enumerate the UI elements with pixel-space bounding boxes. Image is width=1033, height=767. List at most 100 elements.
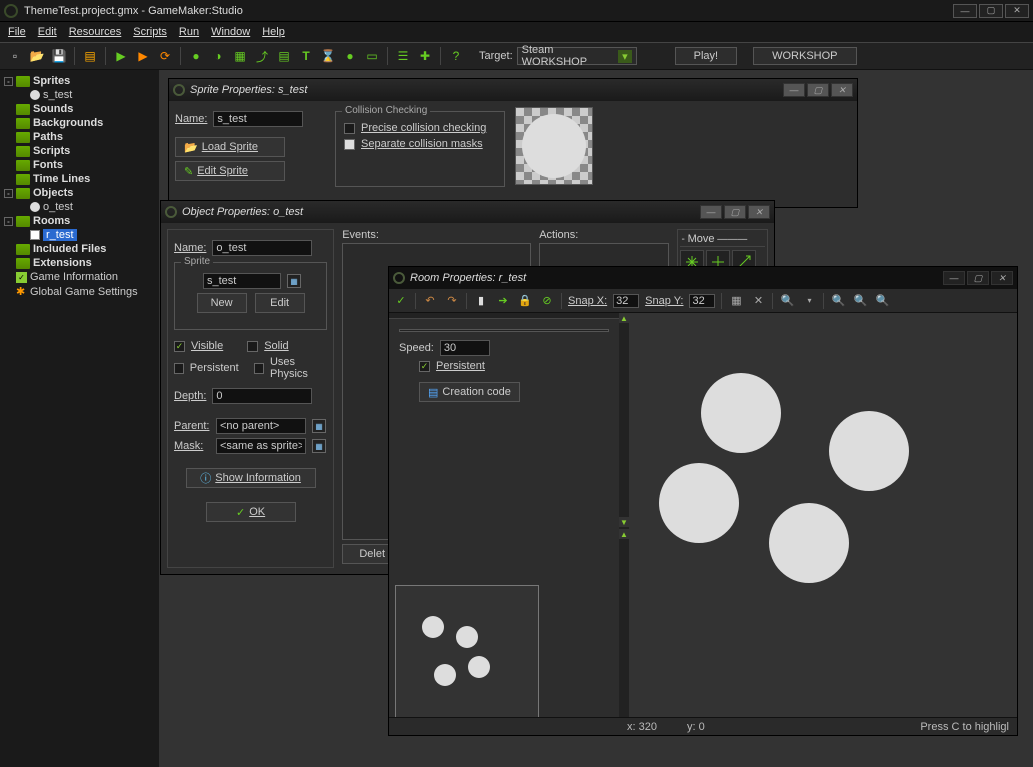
- vertical-scrollbar[interactable]: ▲ ▼ ▲: [619, 313, 629, 735]
- minimize-button[interactable]: —: [700, 205, 722, 219]
- mask-picker-button[interactable]: ▦: [312, 439, 326, 453]
- run-icon[interactable]: ▶: [112, 47, 130, 65]
- close-button[interactable]: ✕: [748, 205, 770, 219]
- path-icon[interactable]: ⤴: [253, 47, 271, 65]
- snapx-input[interactable]: [613, 294, 639, 308]
- file-icon[interactable]: ▮: [473, 293, 489, 309]
- object-window-titlebar[interactable]: Object Properties: o_test — ▢ ✕: [161, 201, 774, 223]
- room-canvas[interactable]: [629, 313, 1017, 735]
- new-icon[interactable]: ▫: [6, 47, 24, 65]
- timeline-icon[interactable]: ⌛: [319, 47, 337, 65]
- minimize-button[interactable]: —: [943, 271, 965, 285]
- creation-code-button[interactable]: ▤Creation code: [419, 382, 520, 402]
- tree-scripts[interactable]: Scripts: [2, 144, 157, 158]
- menu-window[interactable]: Window: [211, 26, 250, 38]
- tree-timelines[interactable]: Time Lines: [2, 172, 157, 186]
- menu-scripts[interactable]: Scripts: [133, 26, 167, 38]
- parent-picker-button[interactable]: ▦: [312, 419, 326, 433]
- show-info-button[interactable]: ⓘShow Information: [186, 468, 316, 488]
- mask-input[interactable]: [216, 438, 306, 454]
- help-icon[interactable]: ?: [447, 47, 465, 65]
- room-persistent-checkbox[interactable]: [419, 361, 430, 372]
- shift-right-icon[interactable]: ➔: [495, 293, 511, 309]
- visible-checkbox[interactable]: [174, 341, 185, 352]
- snapy-input[interactable]: [689, 294, 715, 308]
- zoom-in-icon[interactable]: 🔍: [852, 293, 868, 309]
- maximize-button[interactable]: ▢: [967, 271, 989, 285]
- redo-icon[interactable]: ↷: [444, 293, 460, 309]
- sprite-window-titlebar[interactable]: Sprite Properties: s_test — ▢ ✕: [169, 79, 857, 101]
- zoom-dropdown-icon[interactable]: ▾: [801, 293, 817, 309]
- tree-objects[interactable]: -Objects: [2, 186, 157, 200]
- target-combo[interactable]: Steam WORKSHOP ▾: [517, 47, 637, 65]
- workshop-button[interactable]: WORKSHOP: [753, 47, 856, 65]
- export-icon[interactable]: ▤: [81, 47, 99, 65]
- minimize-button[interactable]: —: [783, 83, 805, 97]
- tree-backgrounds[interactable]: Backgrounds: [2, 116, 157, 130]
- play-button[interactable]: Play!: [675, 47, 737, 65]
- zoom-fit-icon[interactable]: 🔍: [874, 293, 890, 309]
- parent-input[interactable]: [216, 418, 306, 434]
- edit-button[interactable]: Edit: [255, 293, 305, 313]
- sound-icon[interactable]: ◑: [209, 47, 227, 65]
- close-button[interactable]: ✕: [831, 83, 853, 97]
- menu-file[interactable]: File: [8, 26, 26, 38]
- undo-icon[interactable]: ↶: [422, 293, 438, 309]
- font-icon[interactable]: T: [297, 47, 315, 65]
- depth-input[interactable]: [212, 388, 312, 404]
- lock-icon[interactable]: 🔒: [517, 293, 533, 309]
- tree-paths[interactable]: Paths: [2, 130, 157, 144]
- debug-icon[interactable]: ▶: [134, 47, 152, 65]
- tree-global[interactable]: ✱Global Game Settings: [2, 284, 157, 299]
- solid-checkbox[interactable]: [247, 341, 258, 352]
- menu-edit[interactable]: Edit: [38, 26, 57, 38]
- maximize-button[interactable]: ▢: [979, 4, 1003, 18]
- menu-run[interactable]: Run: [179, 26, 199, 38]
- minimize-button[interactable]: —: [953, 4, 977, 18]
- menu-help[interactable]: Help: [262, 26, 285, 38]
- menu-resources[interactable]: Resources: [69, 26, 122, 38]
- tree-rooms[interactable]: -Rooms: [2, 214, 157, 228]
- tree-gameinfo[interactable]: ✓Game Information: [2, 270, 157, 284]
- object-icon[interactable]: ●: [341, 47, 359, 65]
- tree-included[interactable]: Included Files: [2, 242, 157, 256]
- close-button[interactable]: ✕: [1005, 4, 1029, 18]
- save-icon[interactable]: 💾: [50, 47, 68, 65]
- tree-o-test[interactable]: o_test: [2, 200, 157, 214]
- edit-sprite-button[interactable]: ✎Edit Sprite: [175, 161, 285, 181]
- room-minimap[interactable]: [395, 585, 539, 729]
- ok-icon[interactable]: ✓: [393, 293, 409, 309]
- room-icon[interactable]: ▭: [363, 47, 381, 65]
- sprite-name-input[interactable]: [213, 111, 303, 127]
- sprite-select-input[interactable]: [203, 273, 281, 289]
- grid-icon[interactable]: ▦: [728, 293, 744, 309]
- open-icon[interactable]: 📂: [28, 47, 46, 65]
- zoom-out-icon[interactable]: 🔍: [830, 293, 846, 309]
- list-icon[interactable]: ☰: [394, 47, 412, 65]
- room-window-titlebar[interactable]: Room Properties: r_test — ▢ ✕: [389, 267, 1017, 289]
- persistent-checkbox[interactable]: [174, 363, 184, 374]
- background-icon[interactable]: ▦: [231, 47, 249, 65]
- load-sprite-button[interactable]: 📂Load Sprite: [175, 137, 285, 157]
- new-button[interactable]: New: [197, 293, 247, 313]
- iso-grid-icon[interactable]: ✕: [750, 293, 766, 309]
- stop-icon[interactable]: ⟳: [156, 47, 174, 65]
- tree-r-test[interactable]: r_test: [2, 228, 157, 242]
- speed-input[interactable]: [440, 340, 490, 356]
- sprite-picker-button[interactable]: ▦: [287, 274, 301, 288]
- precise-checkbox[interactable]: [344, 123, 355, 134]
- unlock-icon[interactable]: ⊘: [539, 293, 555, 309]
- separate-checkbox[interactable]: [344, 139, 355, 150]
- close-button[interactable]: ✕: [991, 271, 1013, 285]
- maximize-button[interactable]: ▢: [724, 205, 746, 219]
- tree-sprites[interactable]: -Sprites: [2, 74, 157, 88]
- script-icon[interactable]: ▤: [275, 47, 293, 65]
- maximize-button[interactable]: ▢: [807, 83, 829, 97]
- zoom-reset-icon[interactable]: 🔍: [779, 293, 795, 309]
- object-name-input[interactable]: [212, 240, 312, 256]
- add-icon[interactable]: ✚: [416, 47, 434, 65]
- tree-s-test[interactable]: s_test: [2, 88, 157, 102]
- ok-button[interactable]: ✓OK: [206, 502, 296, 522]
- sprite-icon[interactable]: ●: [187, 47, 205, 65]
- tree-sounds[interactable]: Sounds: [2, 102, 157, 116]
